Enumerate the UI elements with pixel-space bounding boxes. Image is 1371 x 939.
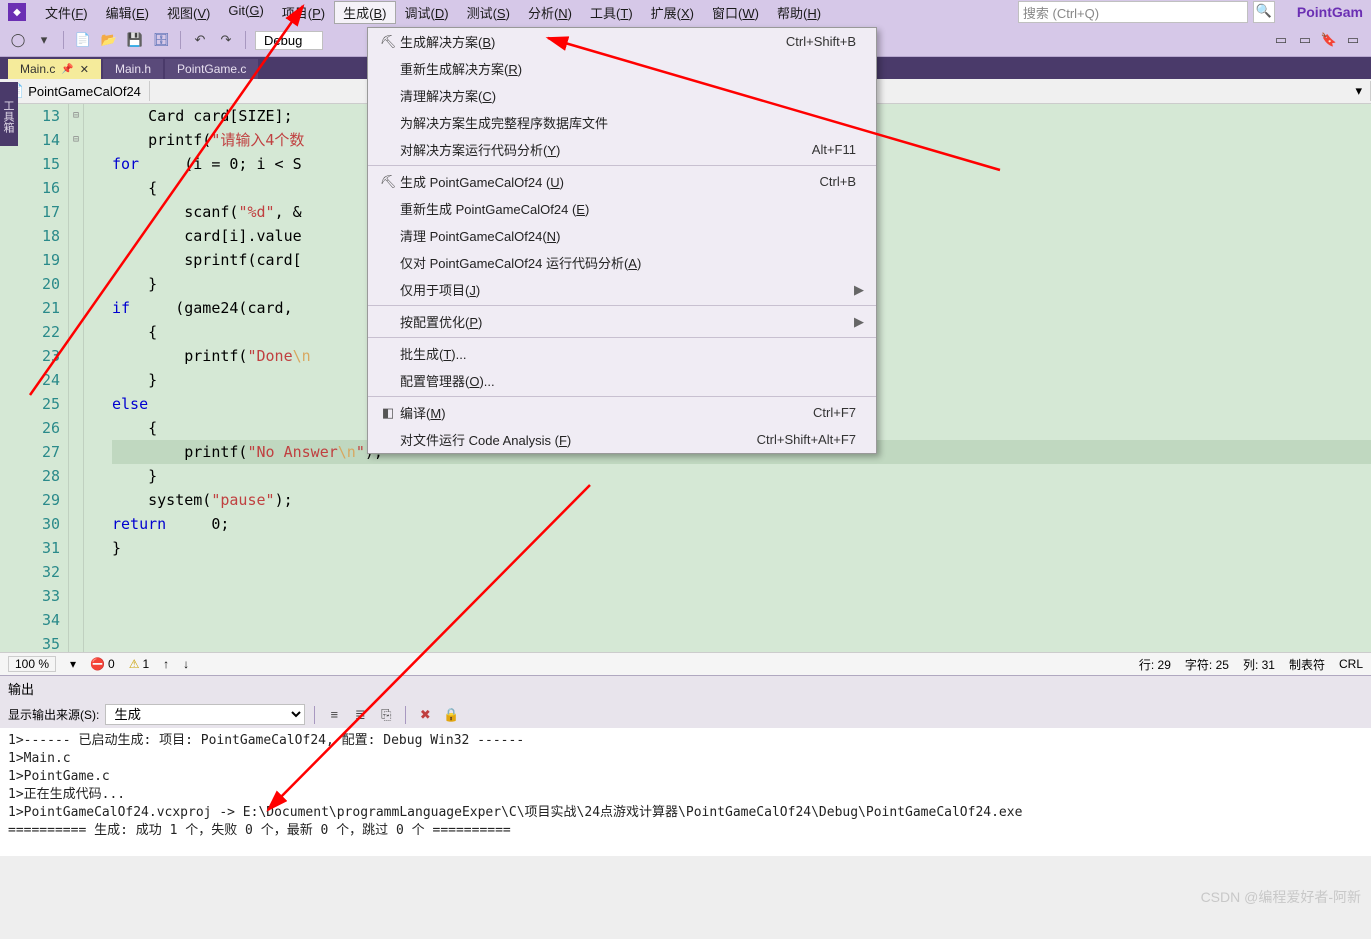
menu-item[interactable]: 对文件运行 Code Analysis (F)Ctrl+Shift+Alt+F7 xyxy=(368,426,876,453)
output-tool-icon[interactable]: ≡ xyxy=(324,705,344,725)
new-icon[interactable]: 📄 xyxy=(73,30,93,50)
menu-item[interactable]: 对解决方案运行代码分析(Y)Alt+F11 xyxy=(368,136,876,163)
menu-g[interactable]: Git(G) xyxy=(219,1,272,24)
output-source-label: 显示输出来源(S): xyxy=(8,706,99,723)
menu-item[interactable]: 仅对 PointGameCalOf24 运行代码分析(A) xyxy=(368,249,876,276)
nav-scope[interactable]: 📄PointGameCalOf24 xyxy=(0,81,150,101)
redo-icon[interactable]: ↷ xyxy=(216,30,236,50)
status-crlf: CRL xyxy=(1339,657,1363,671)
error-count[interactable]: ⛔0 xyxy=(90,657,115,671)
search-input[interactable]: 搜索 (Ctrl+Q) xyxy=(1018,1,1248,23)
fwd-icon[interactable]: ▾ xyxy=(34,30,54,50)
output-tool-icon[interactable]: 🔒 xyxy=(441,705,461,725)
nav-next-icon[interactable]: ↓ xyxy=(183,657,189,671)
output-toolbar: 显示输出来源(S): 生成 ≡ ≣ ⎘ ✖ 🔒 xyxy=(0,701,1371,728)
menu-v[interactable]: 视图(V) xyxy=(158,1,219,24)
menu-item[interactable]: 仅用于项目(J)▶ xyxy=(368,276,876,303)
menu-e[interactable]: 编辑(E) xyxy=(97,1,158,24)
toolbox-tab[interactable]: 工具箱 xyxy=(0,82,18,146)
menu-item[interactable]: 按配置优化(P)▶ xyxy=(368,308,876,335)
menu-x[interactable]: 扩展(X) xyxy=(642,1,703,24)
menu-s[interactable]: 测试(S) xyxy=(458,1,519,24)
vs-logo-icon: ◆ xyxy=(8,3,26,21)
status-line: 行: 29 xyxy=(1139,656,1171,673)
menu-item[interactable]: 清理解决方案(C) xyxy=(368,82,876,109)
menu-h[interactable]: 帮助(H) xyxy=(768,1,830,24)
watermark: CSDN @编程爱好者-阿新 xyxy=(1201,887,1361,907)
menu-item[interactable]: 重新生成解决方案(R) xyxy=(368,55,876,82)
undo-icon[interactable]: ↶ xyxy=(190,30,210,50)
menu-item[interactable]: 重新生成 PointGameCalOf24 (E) xyxy=(368,195,876,222)
menu-item[interactable]: ⛏生成 PointGameCalOf24 (U)Ctrl+B xyxy=(368,168,876,195)
menu-d[interactable]: 调试(D) xyxy=(396,1,458,24)
fold-column[interactable]: ⊟⊟ xyxy=(69,104,84,652)
output-text[interactable]: 1>------ 已启动生成: 项目: PointGameCalOf24, 配置… xyxy=(0,728,1371,856)
line-gutter: 1314151617181920212223242526272829303132… xyxy=(0,104,69,652)
menu-item[interactable]: ⛏生成解决方案(B)Ctrl+Shift+B xyxy=(368,28,876,55)
menu-n[interactable]: 分析(N) xyxy=(519,1,581,24)
tab-Main-h[interactable]: Main.h xyxy=(103,59,163,79)
config-combo[interactable]: Debug xyxy=(255,31,323,50)
status-tabs: 制表符 xyxy=(1289,656,1325,673)
warning-count[interactable]: ⚠1 xyxy=(129,657,149,671)
zoom-level[interactable]: 100 % xyxy=(8,656,56,672)
tool-icon[interactable]: ▭ xyxy=(1343,30,1363,50)
menu-item[interactable]: 清理 PointGameCalOf24(N) xyxy=(368,222,876,249)
open-icon[interactable]: 📂 xyxy=(99,30,119,50)
nav-prev-icon[interactable]: ↑ xyxy=(163,657,169,671)
menu-p[interactable]: 项目(P) xyxy=(273,1,334,24)
back-icon[interactable]: ◯ xyxy=(8,30,28,50)
status-char: 字符: 25 xyxy=(1185,656,1229,673)
menu-item[interactable]: 配置管理器(O)... xyxy=(368,367,876,394)
menu-t[interactable]: 工具(T) xyxy=(581,1,642,24)
search-button[interactable]: 🔍 xyxy=(1253,1,1275,23)
menubar: ◆ 文件(F)编辑(E)视图(V)Git(G)项目(P)生成(B)调试(D)测试… xyxy=(0,0,1371,24)
output-panel-title: 输出 xyxy=(0,675,1371,701)
tab-PointGame-c[interactable]: PointGame.c xyxy=(165,59,258,79)
editor-status-bar: 100 % ▾ ⛔0 ⚠1 ↑ ↓ 行: 29 字符: 25 列: 31 制表符… xyxy=(0,652,1371,675)
tab-Main-c[interactable]: Main.c📌✕ xyxy=(8,59,101,79)
menu-item[interactable]: 批生成(T)... xyxy=(368,340,876,367)
menu-w[interactable]: 窗口(W) xyxy=(703,1,768,24)
output-source-select[interactable]: 生成 xyxy=(105,704,305,725)
bookmark-icon[interactable]: 🔖 xyxy=(1319,30,1339,50)
tool-icon[interactable]: ▭ xyxy=(1295,30,1315,50)
menu-item[interactable]: ◧编译(M)Ctrl+F7 xyxy=(368,399,876,426)
output-tool-icon[interactable]: ≣ xyxy=(350,705,370,725)
status-col: 列: 31 xyxy=(1243,656,1275,673)
build-menu-dropdown: ⛏生成解决方案(B)Ctrl+Shift+B重新生成解决方案(R)清理解决方案(… xyxy=(367,27,877,454)
menu-f[interactable]: 文件(F) xyxy=(36,1,97,24)
output-clear-icon[interactable]: ✖ xyxy=(415,705,435,725)
menu-item[interactable]: 为解决方案生成完整程序数据库文件 xyxy=(368,109,876,136)
tool-icon[interactable]: ▭ xyxy=(1271,30,1291,50)
project-name: PointGam xyxy=(1297,4,1363,20)
output-tool-icon[interactable]: ⎘ xyxy=(376,705,396,725)
menu-b[interactable]: 生成(B) xyxy=(334,1,395,24)
save-icon[interactable]: 💾 xyxy=(125,30,145,50)
saveall-icon[interactable]: 🗄 xyxy=(151,30,171,50)
